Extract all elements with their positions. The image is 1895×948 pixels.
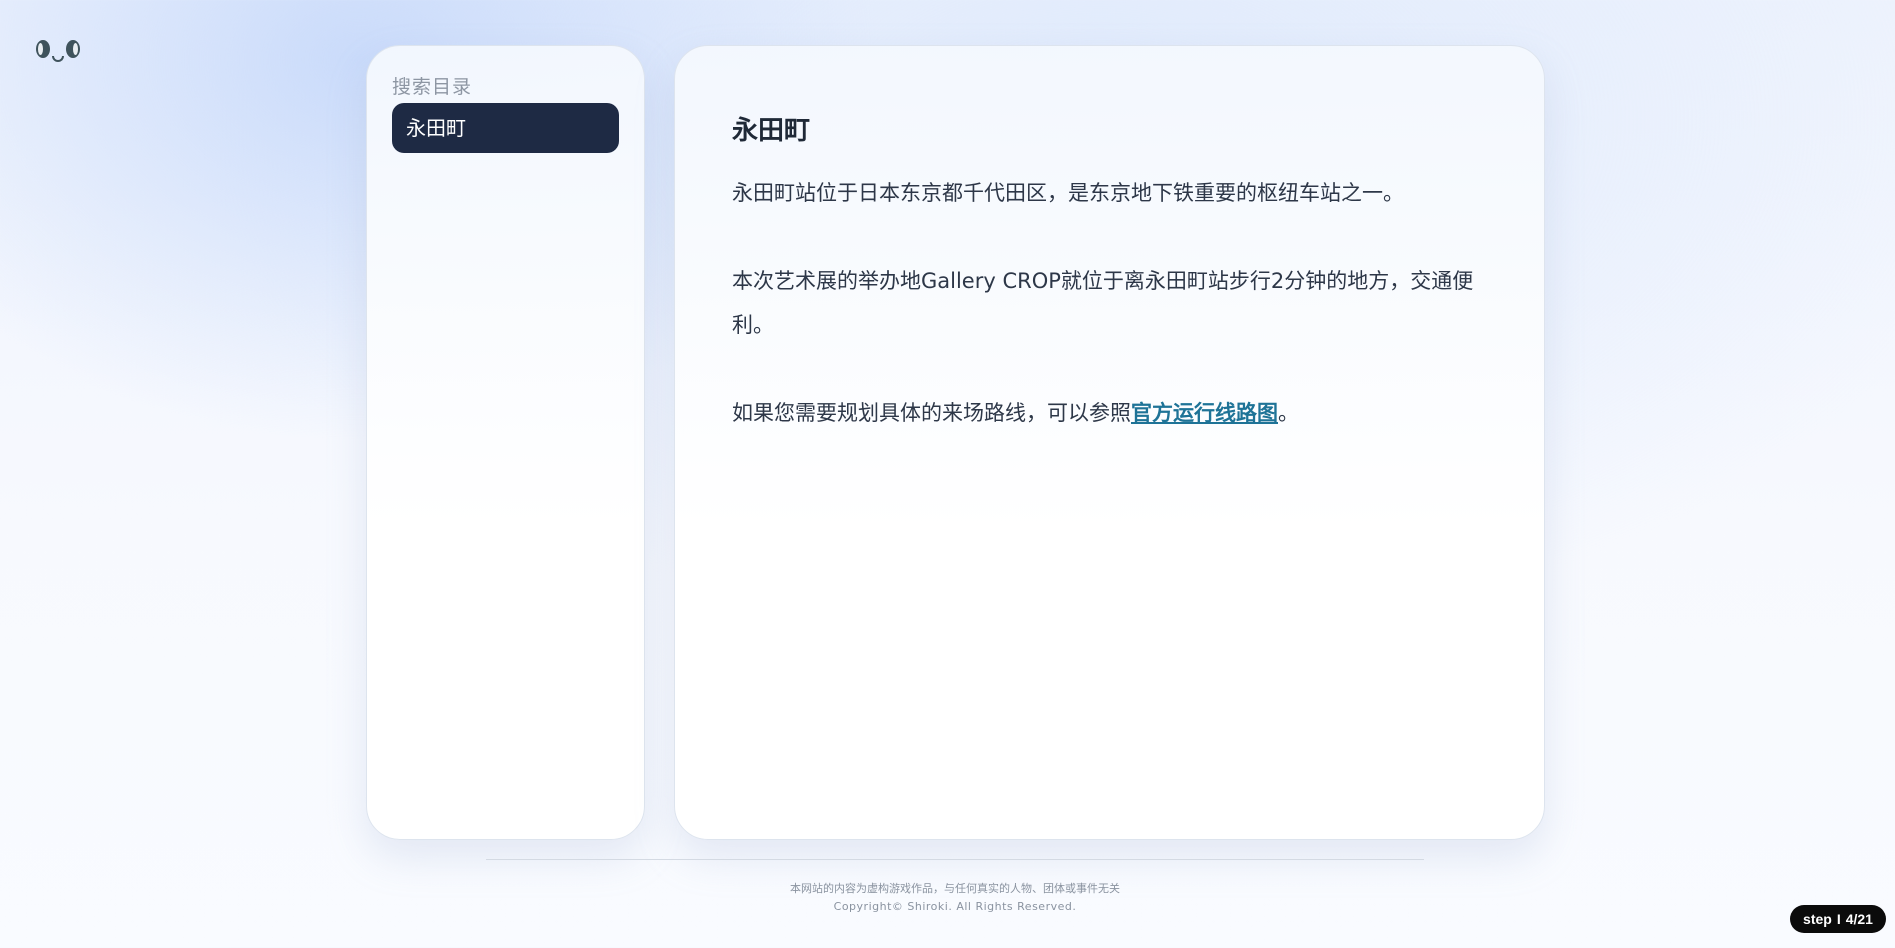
step-separator: I bbox=[1836, 911, 1841, 927]
logo-mouth-icon bbox=[52, 56, 64, 62]
article-title: 永田町 bbox=[732, 116, 811, 146]
route-text-prefix: 如果您需要规划具体的来场路线，可以参照 bbox=[732, 401, 1131, 425]
article-panel: 永田町 永田町站位于日本东京都千代田区，是东京地下铁重要的枢纽车站之一。 本次艺… bbox=[674, 45, 1545, 840]
logo-left-eye-icon bbox=[36, 40, 50, 58]
footer-copyright: Copyright© Shiroki. All Rights Reserved. bbox=[833, 900, 1077, 913]
sidebar-item-nagatacho[interactable]: 永田町 bbox=[392, 103, 619, 153]
search-directory-panel: 搜索目录 永田町 bbox=[366, 45, 645, 840]
article-paragraph: 本次艺术展的举办地Gallery CROP就位于离永田町站步行2分钟的地方，交通… bbox=[732, 269, 1474, 337]
footer-disclaimer: 本网站的内容为虚构游戏作品，与任何真实的人物、团体或事件无关 bbox=[790, 882, 1120, 895]
logo-right-eye-icon bbox=[66, 40, 80, 58]
official-route-map-link[interactable]: 官方运行线路图 bbox=[1131, 401, 1278, 425]
step-progress-badge: step I 4/21 bbox=[1790, 905, 1886, 933]
step-progress: 4/21 bbox=[1845, 911, 1873, 927]
route-text-suffix: 。 bbox=[1278, 401, 1299, 425]
footer-divider bbox=[486, 859, 1424, 860]
step-label: step bbox=[1803, 911, 1832, 927]
site-logo[interactable] bbox=[35, 38, 85, 68]
route-paragraph: 如果您需要规划具体的来场路线，可以参照官方运行线路图。 bbox=[732, 391, 1492, 435]
article-paragraph: 永田町站位于日本东京都千代田区，是东京地下铁重要的枢纽车站之一。 bbox=[732, 181, 1404, 205]
article-body: 永田町站位于日本东京都千代田区，是东京地下铁重要的枢纽车站之一。 本次艺术展的举… bbox=[732, 171, 1492, 435]
sidebar-title: 搜索目录 bbox=[392, 76, 473, 98]
